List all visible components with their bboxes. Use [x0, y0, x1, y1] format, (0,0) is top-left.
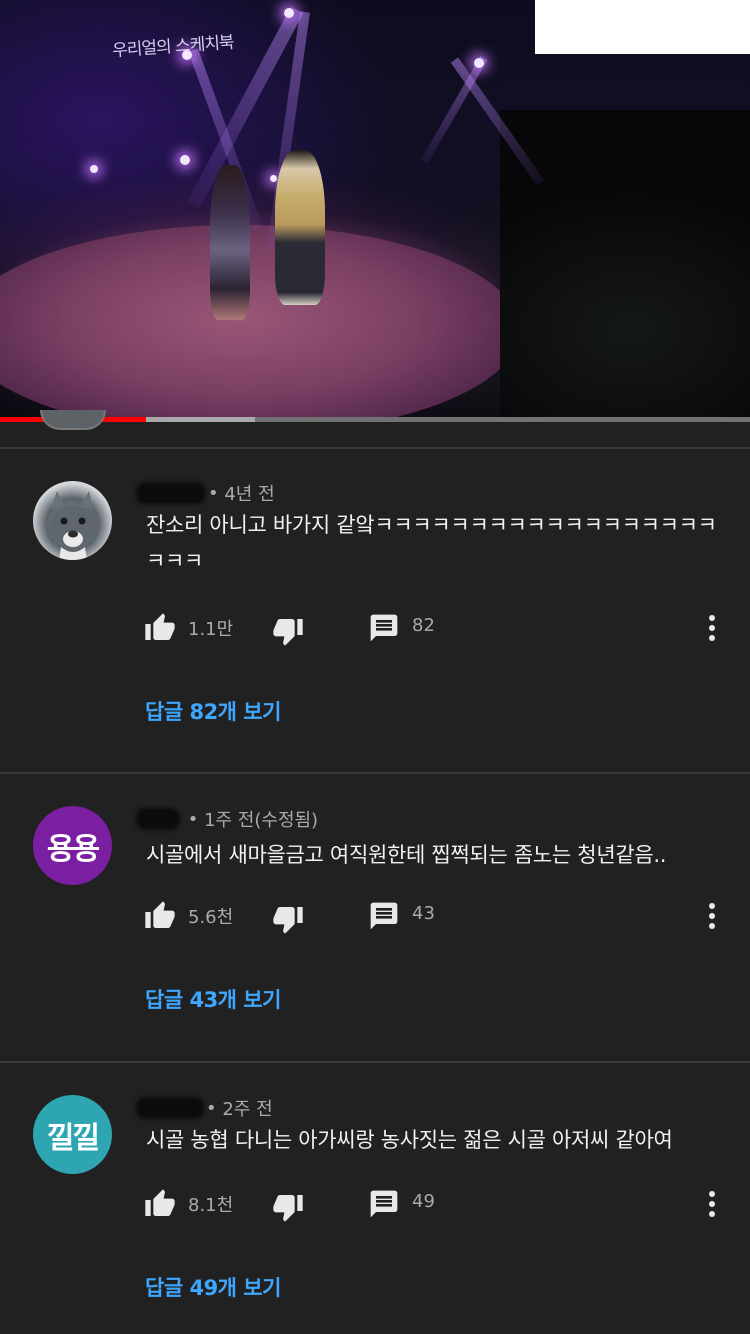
dot-separator: • [182, 808, 205, 830]
more-vert-icon[interactable] [708, 614, 716, 642]
comment-meta: • 1주 전(수정됨) [138, 806, 318, 832]
video-stage [0, 225, 520, 422]
video-stage-light [270, 175, 277, 182]
comment-actions: 5.6천 43 [144, 900, 734, 935]
thumbs-down-icon[interactable] [272, 903, 304, 935]
video-show-logo: 우리얼의 스케치북 [111, 32, 235, 62]
video-progress-bar[interactable] [0, 417, 750, 422]
comment-text: 시골 농협 다니는 아가씨랑 농사짓는 젊은 시골 아저씨 같아여 [146, 1128, 673, 1152]
video-audience [500, 110, 750, 422]
comment-icon[interactable] [368, 1188, 400, 1220]
more-vert-icon[interactable] [708, 902, 716, 930]
author-name-redacted[interactable] [138, 1099, 202, 1117]
author-name-redacted[interactable] [138, 810, 178, 828]
comment-item: 용용 • 1주 전(수정됨) 시골에서 새마을금고 여직원한테 찝쩍되는 좀노는… [0, 774, 750, 1061]
reply-count: 82 [412, 615, 435, 636]
video-buffer-bar [146, 417, 255, 422]
comment-time: 2주 전 [222, 1099, 273, 1120]
like-count: 8.1천 [188, 1195, 234, 1216]
initials-avatar[interactable]: 낄낄 [33, 1095, 112, 1174]
video-player[interactable]: 우리얼의 스케치북 [0, 0, 750, 422]
thumbs-down-icon[interactable] [272, 1191, 304, 1223]
thumbs-up-icon[interactable] [144, 1188, 176, 1220]
video-performer-man [275, 150, 325, 305]
initials-avatar[interactable]: 용용 [33, 806, 112, 885]
comment-text: 잔소리 아니고 바가지 같앜ㅋㅋㅋㅋㅋㅋㅋㅋㅋㅋㅋㅋㅋㅋㅋㅋㅋㅋㅋㅋㅋ [146, 513, 717, 573]
comment-icon[interactable] [368, 900, 400, 932]
video-light-beam [420, 56, 488, 164]
video-stage-light [90, 165, 98, 173]
thumbs-up-icon[interactable] [144, 900, 176, 932]
view-replies-button[interactable]: 답글 49개 보기 [145, 1272, 281, 1302]
reply-count: 49 [412, 1191, 435, 1212]
comment-icon[interactable] [368, 612, 400, 644]
video-stage-light [284, 8, 294, 18]
comment-actions: 8.1천 49 [144, 1188, 734, 1223]
video-performer-woman [210, 165, 250, 320]
comment-text: 시골에서 새마을금고 여직원한테 찝쩍되는 좀노는 청년같음.. [146, 843, 667, 867]
previous-comment-avatar [40, 410, 106, 430]
thumbs-up-icon[interactable] [144, 612, 176, 644]
video-white-overlay [535, 0, 750, 54]
thumbs-down-icon[interactable] [272, 615, 304, 647]
dot-separator: • [206, 1097, 223, 1119]
like-count: 1.1만 [188, 619, 234, 640]
dog-face-icon [51, 491, 95, 560]
view-replies-button[interactable]: 답글 43개 보기 [145, 984, 281, 1014]
comment-item: • 4년 전 잔소리 아니고 바가지 같앜ㅋㅋㅋㅋㅋㅋㅋㅋㅋㅋㅋㅋㅋㅋㅋㅋㅋㅋㅋ… [0, 449, 750, 772]
comment-meta: • 4년 전 [138, 480, 275, 506]
comment-item: 낄낄 • 2주 전 시골 농협 다니는 아가씨랑 농사짓는 젊은 시골 아저씨 … [0, 1063, 750, 1334]
view-replies-button[interactable]: 답글 82개 보기 [145, 696, 281, 726]
comment-actions: 1.1만 82 [144, 612, 734, 647]
comment-time: 1주 전(수정됨) [204, 810, 319, 831]
comment-time: 4년 전 [224, 484, 275, 505]
comment-meta: • 2주 전 [138, 1095, 273, 1121]
like-count: 5.6천 [188, 907, 234, 928]
dot-separator: • [208, 482, 225, 504]
reply-count: 43 [412, 903, 435, 924]
video-stage-light [474, 58, 484, 68]
more-vert-icon[interactable] [708, 1190, 716, 1218]
video-stage-light [180, 155, 190, 165]
dog-photo-avatar[interactable] [33, 481, 112, 560]
author-name-redacted[interactable] [138, 484, 204, 502]
